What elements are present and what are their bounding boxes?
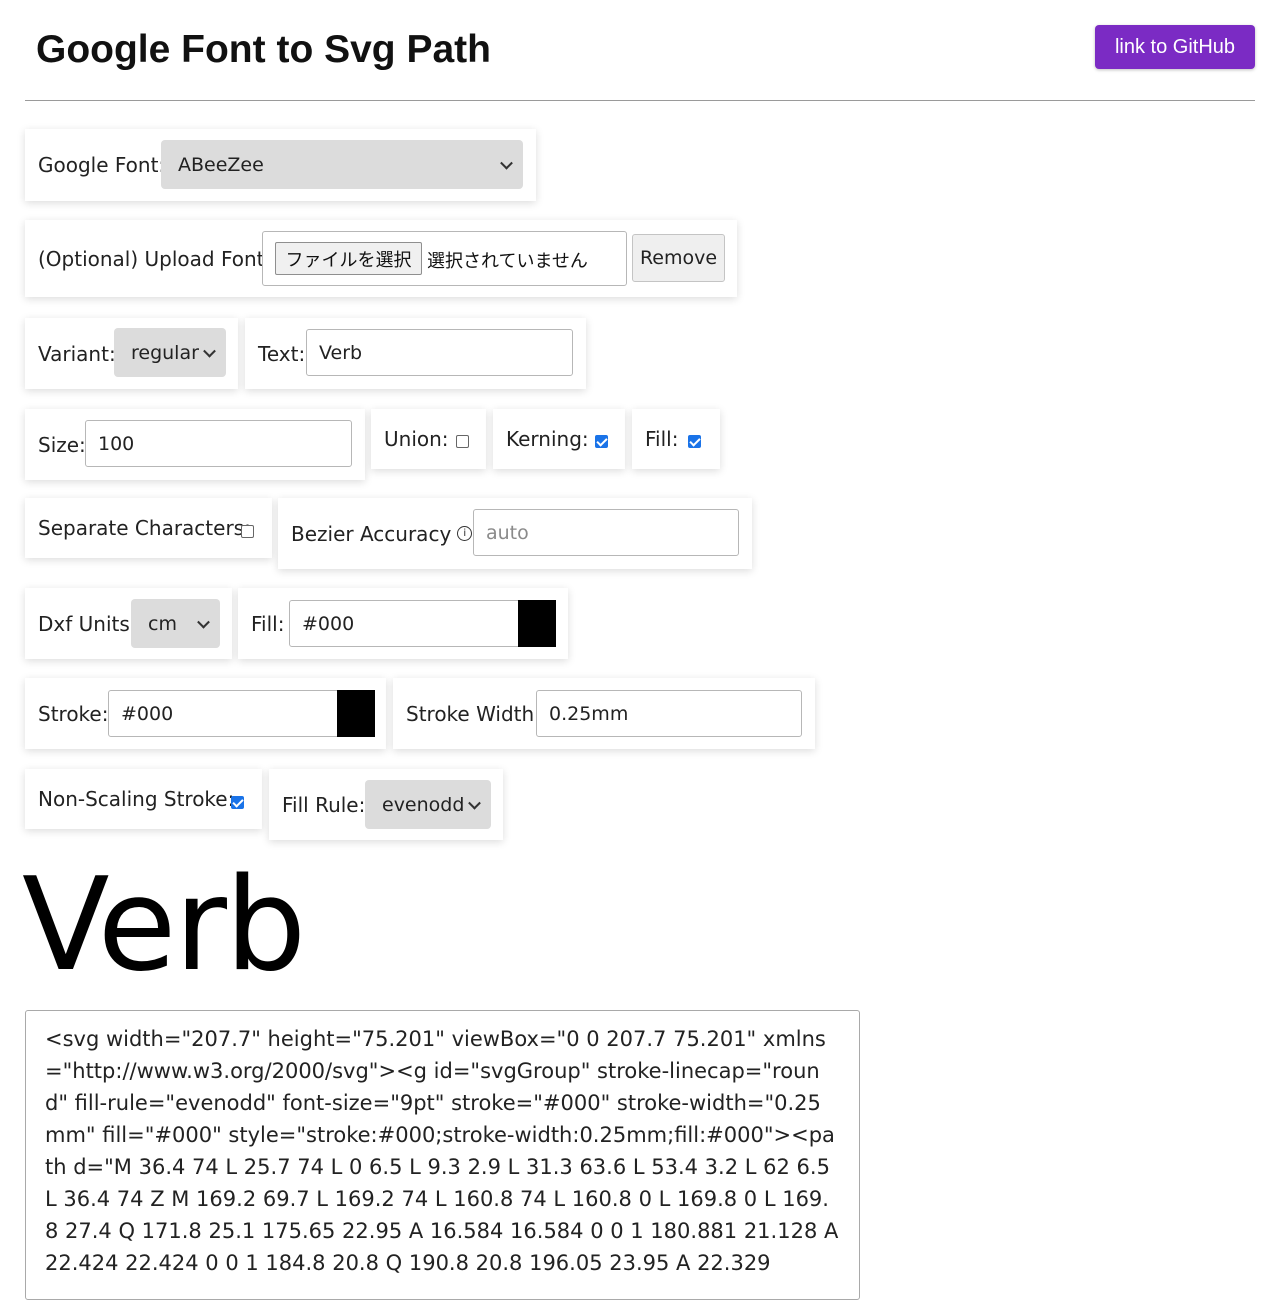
variant-select[interactable]: regular	[114, 328, 226, 377]
upload-font-label: (Optional) Upload Font:	[38, 246, 272, 271]
union-card: Union:	[371, 409, 486, 469]
file-status-text: 選択されていません	[427, 251, 588, 272]
size-label: Size:	[38, 432, 86, 457]
variant-selected: regular	[131, 341, 199, 364]
kerning-checkbox[interactable]	[595, 435, 608, 448]
chevron-down-icon	[203, 344, 216, 358]
fill-toggle-card: Fill:	[632, 409, 720, 469]
chevron-down-icon	[468, 796, 481, 810]
chevron-down-icon	[500, 156, 513, 170]
stroke-input[interactable]: #000	[108, 690, 340, 737]
text-card: Text: Verb	[245, 318, 586, 389]
separate-characters-label: Separate Characters:	[38, 516, 251, 540]
union-label: Union:	[384, 427, 449, 451]
variant-label: Variant:	[38, 341, 116, 366]
remove-font-button[interactable]: Remove	[632, 234, 725, 282]
google-font-card: Google Font: ABeeZee	[25, 129, 536, 201]
non-scaling-stroke-card: Non-Scaling Stroke:	[25, 769, 262, 829]
bezier-accuracy-card: Bezier Accuracy i : auto	[278, 498, 752, 569]
svg-preview: Verb	[22, 851, 306, 1000]
stroke-width-input[interactable]: 0.25mm	[536, 690, 802, 737]
kerning-label: Kerning:	[506, 427, 589, 451]
google-font-select[interactable]: ABeeZee	[161, 140, 523, 189]
separate-characters-checkbox[interactable]	[241, 525, 254, 538]
fill-color-input[interactable]: #000	[289, 600, 521, 647]
size-input[interactable]: 100	[85, 420, 352, 467]
non-scaling-stroke-checkbox[interactable]	[231, 796, 244, 809]
fill-rule-card: Fill Rule: evenodd	[269, 769, 503, 840]
dxf-units-card: Dxf Units: cm	[25, 588, 232, 659]
github-link-button[interactable]: link to GitHub	[1095, 25, 1255, 69]
fill-rule-label: Fill Rule:	[282, 792, 366, 817]
upload-font-card: (Optional) Upload Font: ファイルを選択 選択されていませ…	[25, 220, 737, 297]
fill-toggle-label: Fill:	[645, 427, 679, 451]
chevron-down-icon	[197, 615, 210, 629]
google-font-label: Google Font:	[38, 153, 166, 177]
dxf-units-selected: cm	[148, 612, 177, 635]
bezier-accuracy-input[interactable]: auto	[473, 509, 739, 556]
stroke-width-label: Stroke Width:	[406, 701, 541, 726]
header-divider	[25, 100, 1255, 101]
file-input[interactable]: ファイルを選択 選択されていません	[262, 231, 627, 286]
separate-characters-card: Separate Characters:	[25, 498, 272, 558]
info-icon[interactable]: i	[457, 526, 473, 541]
page-header: Google Font to Svg Path link to GitHub	[0, 0, 1280, 101]
bezier-accuracy-label: Bezier Accuracy	[291, 521, 452, 546]
fill-rule-select[interactable]: evenodd	[365, 780, 491, 829]
page-title: Google Font to Svg Path	[36, 28, 491, 71]
text-input[interactable]: Verb	[306, 329, 573, 376]
stroke-color-swatch[interactable]	[337, 690, 375, 737]
non-scaling-stroke-label: Non-Scaling Stroke:	[38, 787, 235, 811]
fill-checkbox[interactable]	[688, 435, 701, 448]
choose-file-button[interactable]: ファイルを選択	[275, 242, 422, 275]
svg-output-textarea[interactable]: <svg width="207.7" height="75.201" viewB…	[25, 1010, 860, 1300]
fill-rule-selected: evenodd	[382, 793, 465, 816]
fill-color-card: Fill: #000	[238, 588, 568, 659]
dxf-units-select[interactable]: cm	[131, 599, 220, 648]
text-label: Text:	[258, 341, 306, 366]
fill-color-swatch[interactable]	[518, 600, 556, 647]
union-checkbox[interactable]	[456, 435, 469, 448]
stroke-width-card: Stroke Width: 0.25mm	[393, 678, 815, 749]
size-card: Size: 100	[25, 409, 365, 480]
stroke-card: Stroke: #000	[25, 678, 386, 749]
dxf-units-label: Dxf Units:	[38, 611, 137, 636]
fill-color-label: Fill:	[251, 611, 285, 636]
stroke-label: Stroke:	[38, 701, 109, 726]
variant-card: Variant: regular	[25, 318, 238, 389]
google-font-selected: ABeeZee	[178, 153, 264, 176]
kerning-card: Kerning:	[493, 409, 625, 469]
